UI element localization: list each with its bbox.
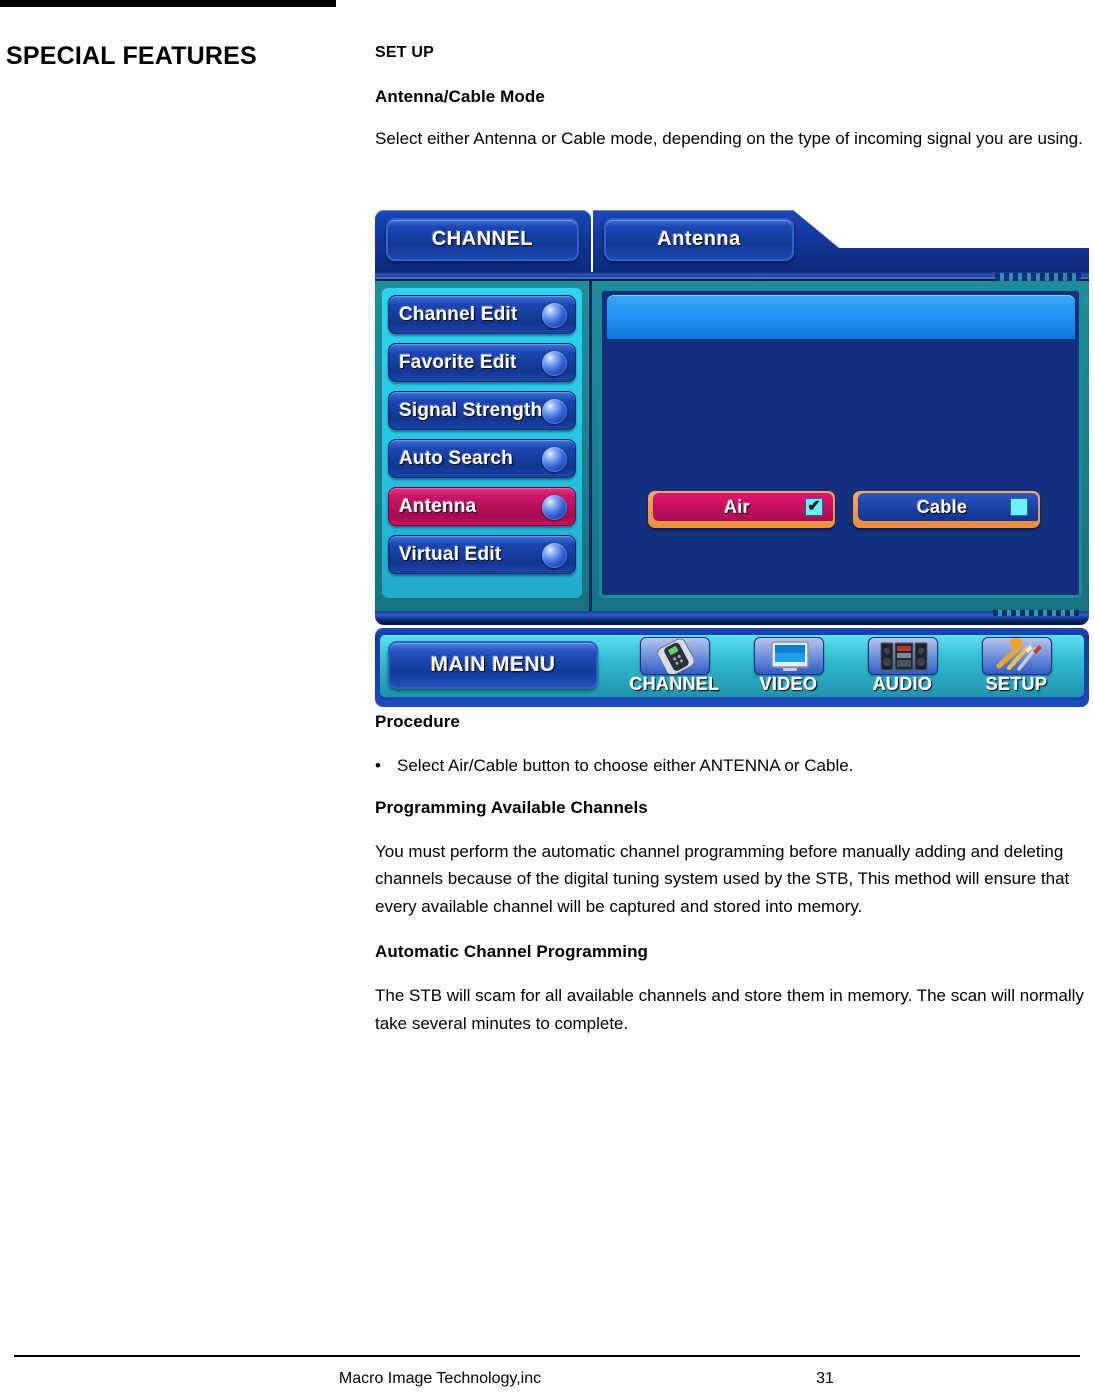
osd-body-divider: [589, 281, 592, 611]
sidebar-item-label: Favorite Edit: [399, 351, 517, 373]
sidebar-item-label: Signal Strength: [399, 399, 543, 421]
tab-antenna-label: Antenna: [657, 228, 741, 250]
sidebar-item-auto-search[interactable]: Auto Search: [388, 439, 576, 478]
nav-item-video[interactable]: VIDEO: [736, 637, 841, 695]
checkbox-air-icon[interactable]: ✔: [805, 498, 823, 516]
nav-item-channel[interactable]: CHANNEL: [622, 637, 727, 695]
main-menu-button[interactable]: MAIN MENU: [388, 641, 598, 689]
nav-video-label: VIDEO: [759, 674, 818, 694]
nav-item-audio[interactable]: AUDIO: [850, 637, 955, 695]
remote-control-glyph: [657, 638, 695, 674]
option-air-label: Air: [724, 496, 750, 517]
osd-body: Channel Edit Favorite Edit Signal Streng…: [375, 281, 1089, 611]
automatic-programming-paragraph: The STB will scam for all available chan…: [375, 986, 1084, 1033]
tab-channel[interactable]: CHANNEL: [386, 218, 579, 261]
bullet-dot-icon: •: [375, 756, 381, 775]
sidebar-item-label: Virtual Edit: [399, 543, 502, 565]
orb-icon: [542, 303, 567, 328]
osd-screenshot: CHANNEL Antenna Channel Edit Favorite Ed…: [375, 207, 1089, 707]
option-air-button[interactable]: Air ✔: [648, 491, 835, 528]
sidebar-item-favorite-edit[interactable]: Favorite Edit: [388, 343, 576, 382]
header-black-bar: [0, 0, 336, 7]
footer-page-number: 31: [816, 1370, 834, 1387]
nav-item-setup[interactable]: SETUP: [964, 637, 1069, 695]
osd-tab-row: CHANNEL Antenna: [375, 207, 1089, 272]
sidebar-item-channel-edit[interactable]: Channel Edit: [388, 295, 576, 334]
orb-icon: [542, 351, 567, 376]
osd-sidebar-panel: Channel Edit Favorite Edit Signal Streng…: [382, 288, 582, 598]
tab-channel-label: CHANNEL: [431, 228, 534, 250]
footer-company: Macro Image Technology,inc: [338, 1370, 542, 1387]
procedure-bullet-text: Select Air/Cable button to choose either…: [397, 756, 854, 775]
tools-icon: [982, 637, 1052, 675]
orb-icon: [542, 543, 567, 568]
programming-heading: Programming Available Channels: [375, 797, 648, 817]
checkbox-cable-icon[interactable]: [1010, 498, 1028, 516]
main-menu-label: MAIN MENU: [430, 653, 556, 676]
programming-paragraph: You must perform the automatic channel p…: [375, 841, 1070, 916]
orb-icon: [542, 447, 567, 472]
stereo-system-glyph: [880, 642, 928, 671]
procedure-bullet-item: • Select Air/Cable button to choose eithe…: [375, 752, 1089, 780]
osd-content-panel: Air ✔ Cable: [599, 288, 1082, 598]
sidebar-item-signal-strength[interactable]: Signal Strength: [388, 391, 576, 430]
orb-icon: [542, 495, 567, 520]
page-title: SPECIAL FEATURES: [6, 42, 257, 70]
nav-audio-label: AUDIO: [872, 674, 933, 694]
procedure-heading: Procedure: [375, 712, 460, 731]
manual-page: SPECIAL FEATURES SET UP Antenna/Cable Mo…: [0, 0, 1094, 1399]
stereo-system-icon: [868, 637, 938, 675]
chassis-seam: [375, 277, 1089, 279]
orb-icon: [542, 399, 567, 424]
tools-glyph: [996, 638, 1042, 671]
option-cable-inner: Cable: [858, 493, 1038, 521]
option-cable-button[interactable]: Cable: [853, 491, 1040, 528]
sidebar-item-virtual-edit[interactable]: Virtual Edit: [388, 535, 576, 574]
sub-heading-antenna-cable-mode: Antenna/Cable Mode: [375, 87, 545, 106]
nav-channel-label: CHANNEL: [629, 674, 720, 694]
sidebar-item-label: Antenna: [399, 495, 477, 517]
sidebar-item-antenna[interactable]: Antenna: [388, 487, 576, 526]
tab-antenna[interactable]: Antenna: [604, 218, 794, 261]
sidebar-item-label: Channel Edit: [399, 303, 518, 325]
panel-header-bar: [607, 295, 1075, 339]
nav-setup-label: SETUP: [985, 674, 1048, 694]
main-content-column: SET UP Antenna/Cable Mode Select either …: [375, 44, 1089, 169]
automatic-programming-heading: Automatic Channel Programming: [375, 942, 649, 962]
footer-divider: [14, 1355, 1080, 1357]
remote-control-icon: [640, 637, 710, 675]
lower-content-column: Procedure • Select Air/Cable button to ch…: [375, 712, 1089, 1053]
intro-paragraph: Select either Antenna or Cable mode, dep…: [375, 129, 1083, 148]
sidebar-item-label: Auto Search: [399, 447, 514, 469]
section-heading-setup: SET UP: [375, 44, 434, 61]
osd-bottom-nav-inner: MAIN MENU CHANNEL VIDEO AUDIO SETUP: [380, 635, 1084, 697]
chassis-lower-rail: [375, 611, 1089, 625]
option-air-inner: Air ✔: [653, 493, 833, 521]
television-glyph: [771, 641, 809, 671]
osd-bottom-nav: MAIN MENU CHANNEL VIDEO AUDIO SETUP: [375, 628, 1089, 707]
chassis-teeth-bottom-icon: [993, 610, 1079, 616]
television-icon: [754, 637, 824, 675]
option-cable-label: Cable: [916, 496, 968, 517]
